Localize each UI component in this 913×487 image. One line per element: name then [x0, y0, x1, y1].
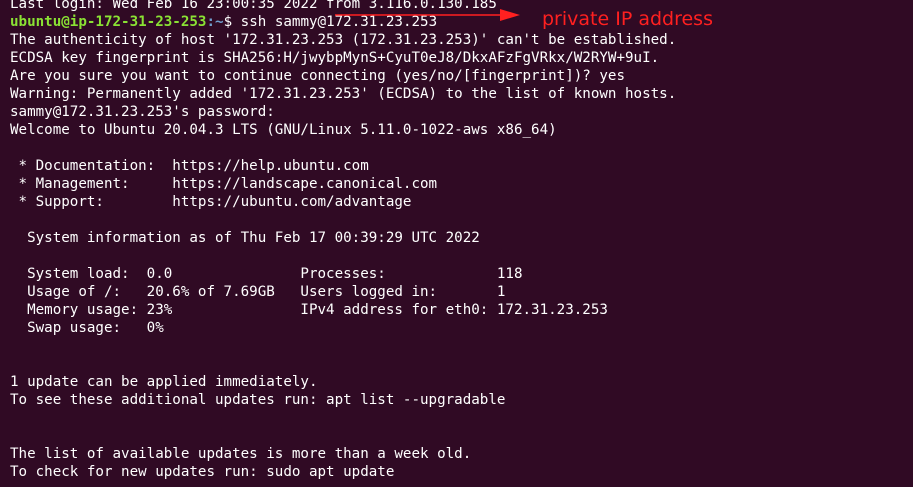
output-line: Warning: Permanently added '172.31.23.25…	[10, 86, 677, 102]
output-line: 1 update can be applied immediately.	[10, 374, 318, 390]
output-line: Swap usage: 0%	[10, 320, 164, 336]
output-line: Welcome to Ubuntu 20.04.3 LTS (GNU/Linux…	[10, 122, 557, 138]
output-line: The authenticity of host '172.31.23.253 …	[10, 32, 677, 48]
private-ip-annotation: private IP address	[542, 8, 713, 30]
output-line: * Management: https://landscape.canonica…	[10, 176, 438, 192]
terminal-window[interactable]: Last login: Wed Feb 16 23:00:35 2022 fro…	[0, 0, 913, 487]
output-line: To see these additional updates run: apt…	[10, 392, 506, 408]
output-line: sammy@172.31.23.253's password:	[10, 104, 275, 120]
prompt-symbol: $	[223, 14, 241, 30]
prompt-user-host: ubuntu@ip-172-31-23-253	[10, 14, 207, 30]
output-line: * Support: https://ubuntu.com/advantage	[10, 194, 412, 210]
output-line: System load: 0.0 Processes: 118	[10, 266, 523, 282]
ssh-command: ssh sammy@172.31.23.253	[240, 14, 438, 30]
output-line: System information as of Thu Feb 17 00:3…	[10, 230, 480, 246]
prompt-path: :~	[206, 14, 224, 30]
prompt-line: ubuntu@ip-172-31-23-253:~$ ssh sammy@172…	[10, 13, 913, 31]
output-line: Memory usage: 23% IPv4 address for eth0:…	[10, 302, 608, 318]
terminal-output: Last login: Wed Feb 16 23:00:35 2022 fro…	[10, 0, 913, 481]
last-login-line: Last login: Wed Feb 16 23:00:35 2022 fro…	[10, 0, 497, 12]
output-line: To check for new updates run: sudo apt u…	[10, 464, 395, 480]
output-line: The list of available updates is more th…	[10, 446, 472, 462]
output-line: Usage of /: 20.6% of 7.69GB Users logged…	[10, 284, 506, 300]
output-line: ECDSA key fingerprint is SHA256:H/jwybpM…	[10, 50, 660, 66]
output-line: Are you sure you want to continue connec…	[10, 68, 625, 84]
output-line: * Documentation: https://help.ubuntu.com	[10, 158, 369, 174]
